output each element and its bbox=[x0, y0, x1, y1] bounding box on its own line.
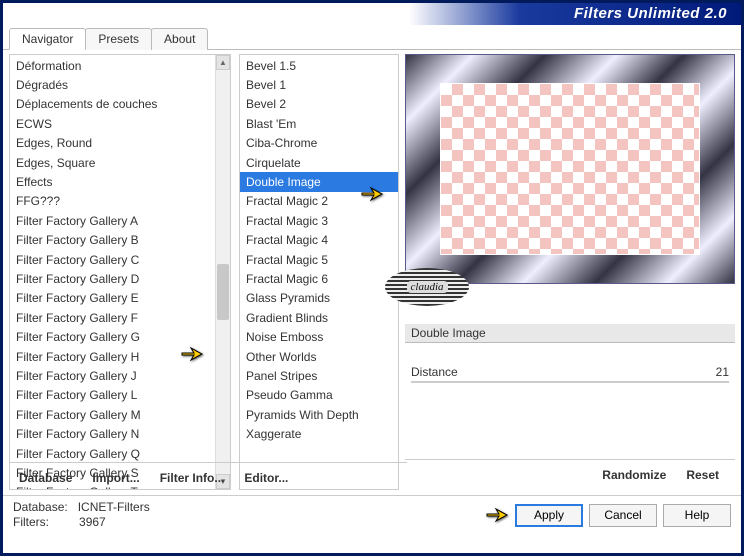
reset-button[interactable]: Reset bbox=[676, 464, 729, 486]
filters-count-value: 3967 bbox=[79, 515, 106, 529]
app-title: Filters Unlimited 2.0 bbox=[574, 5, 727, 22]
list-item[interactable]: Filter Factory Gallery H bbox=[10, 347, 230, 366]
apply-button[interactable]: Apply bbox=[515, 504, 583, 527]
list-item[interactable]: Filter Factory Gallery A bbox=[10, 211, 230, 230]
param-row: Distance 21 bbox=[405, 361, 735, 381]
list-item[interactable]: Filter Factory Gallery Q bbox=[10, 444, 230, 463]
scroll-thumb[interactable] bbox=[217, 264, 229, 321]
list-item[interactable]: Pyramids With Depth bbox=[240, 405, 398, 424]
list-item[interactable]: Effects bbox=[10, 172, 230, 191]
left-button-row: Database Import... Filter Info... Editor… bbox=[9, 462, 407, 493]
list-item[interactable]: Fractal Magic 2 bbox=[240, 192, 398, 211]
selected-filter-label: Double Image bbox=[405, 324, 735, 343]
randomize-button[interactable]: Randomize bbox=[592, 464, 676, 486]
list-item[interactable]: Filter Factory Gallery F bbox=[10, 308, 230, 327]
list-item[interactable]: Cirquelate bbox=[240, 153, 398, 172]
footer-info: Database: ICNET-Filters Filters: 3967 bbox=[13, 500, 509, 530]
list-item[interactable]: Fractal Magic 6 bbox=[240, 269, 398, 288]
cancel-button[interactable]: Cancel bbox=[589, 504, 657, 527]
list-item[interactable]: Bevel 2 bbox=[240, 95, 398, 114]
list-item[interactable]: Gradient Blinds bbox=[240, 308, 398, 327]
list-item[interactable]: Fractal Magic 5 bbox=[240, 250, 398, 269]
list-item[interactable]: Fractal Magic 4 bbox=[240, 231, 398, 250]
filters-count-label: Filters: bbox=[13, 515, 49, 529]
list-item[interactable]: FFG??? bbox=[10, 192, 230, 211]
list-item[interactable]: Filter Factory Gallery C bbox=[10, 250, 230, 269]
right-pane: Double Image Distance 21 Randomize Reset bbox=[405, 54, 735, 490]
category-list[interactable]: DéformationDégradésDéplacements de couch… bbox=[9, 54, 231, 490]
list-item[interactable]: Filter Factory Gallery J bbox=[10, 367, 230, 386]
import-button[interactable]: Import... bbox=[88, 467, 155, 489]
list-item[interactable]: Pseudo Gamma bbox=[240, 386, 398, 405]
footer: Database: ICNET-Filters Filters: 3967 Ap… bbox=[3, 495, 741, 536]
param-slider[interactable] bbox=[411, 381, 729, 383]
list-item[interactable]: Dégradés bbox=[10, 75, 230, 94]
filter-list[interactable]: Bevel 1.5Bevel 1Bevel 2Blast 'EmCiba-Chr… bbox=[239, 54, 399, 490]
list-item[interactable]: Blast 'Em bbox=[240, 114, 398, 133]
list-item[interactable]: Fractal Magic 3 bbox=[240, 211, 398, 230]
preview-area bbox=[405, 54, 735, 284]
list-item[interactable]: Filter Factory Gallery G bbox=[10, 328, 230, 347]
list-item[interactable]: Filter Factory Gallery L bbox=[10, 386, 230, 405]
scroll-up-icon[interactable]: ▲ bbox=[216, 55, 230, 70]
list-item[interactable]: Glass Pyramids bbox=[240, 289, 398, 308]
filter-info-button[interactable]: Filter Info... bbox=[156, 467, 241, 489]
list-item[interactable]: Filter Factory Gallery M bbox=[10, 405, 230, 424]
db-label: Database: bbox=[13, 500, 68, 514]
list-item[interactable]: Filter Factory Gallery B bbox=[10, 231, 230, 250]
db-value: ICNET-Filters bbox=[78, 500, 150, 514]
list-item[interactable]: Other Worlds bbox=[240, 347, 398, 366]
list-item[interactable]: Edges, Round bbox=[10, 134, 230, 153]
tab-about[interactable]: About bbox=[151, 28, 208, 50]
help-button[interactable]: Help bbox=[663, 504, 731, 527]
param-value: 21 bbox=[716, 365, 729, 379]
list-item[interactable]: Filter Factory Gallery E bbox=[10, 289, 230, 308]
list-item[interactable]: Double Image bbox=[240, 172, 398, 191]
title-bar: Filters Unlimited 2.0 bbox=[3, 3, 741, 25]
list-item[interactable]: Filter Factory Gallery N bbox=[10, 425, 230, 444]
database-button[interactable]: Database bbox=[15, 467, 88, 489]
list-item[interactable]: Panel Stripes bbox=[240, 367, 398, 386]
tab-presets[interactable]: Presets bbox=[85, 28, 152, 50]
param-name: Distance bbox=[411, 365, 458, 379]
list-item[interactable]: Ciba-Chrome bbox=[240, 134, 398, 153]
list-item[interactable]: Edges, Square bbox=[10, 153, 230, 172]
preview-buttons: Randomize Reset bbox=[405, 459, 735, 490]
list-item[interactable]: Xaggerate bbox=[240, 425, 398, 444]
list-item[interactable]: ECWS bbox=[10, 114, 230, 133]
tab-navigator[interactable]: Navigator bbox=[9, 28, 86, 50]
preview-checker bbox=[440, 83, 700, 255]
list-item[interactable]: Bevel 1.5 bbox=[240, 56, 398, 75]
list-item[interactable]: Déformation bbox=[10, 56, 230, 75]
category-scrollbar[interactable]: ▲ ▼ bbox=[215, 55, 230, 489]
list-item[interactable]: Noise Emboss bbox=[240, 328, 398, 347]
tab-strip: NavigatorPresetsAbout bbox=[3, 27, 741, 50]
list-item[interactable]: Bevel 1 bbox=[240, 75, 398, 94]
list-item[interactable]: Filter Factory Gallery D bbox=[10, 269, 230, 288]
list-item[interactable]: Déplacements de couches bbox=[10, 95, 230, 114]
main-area: DéformationDégradésDéplacements de couch… bbox=[3, 50, 741, 492]
editor-button[interactable]: Editor... bbox=[240, 467, 304, 489]
